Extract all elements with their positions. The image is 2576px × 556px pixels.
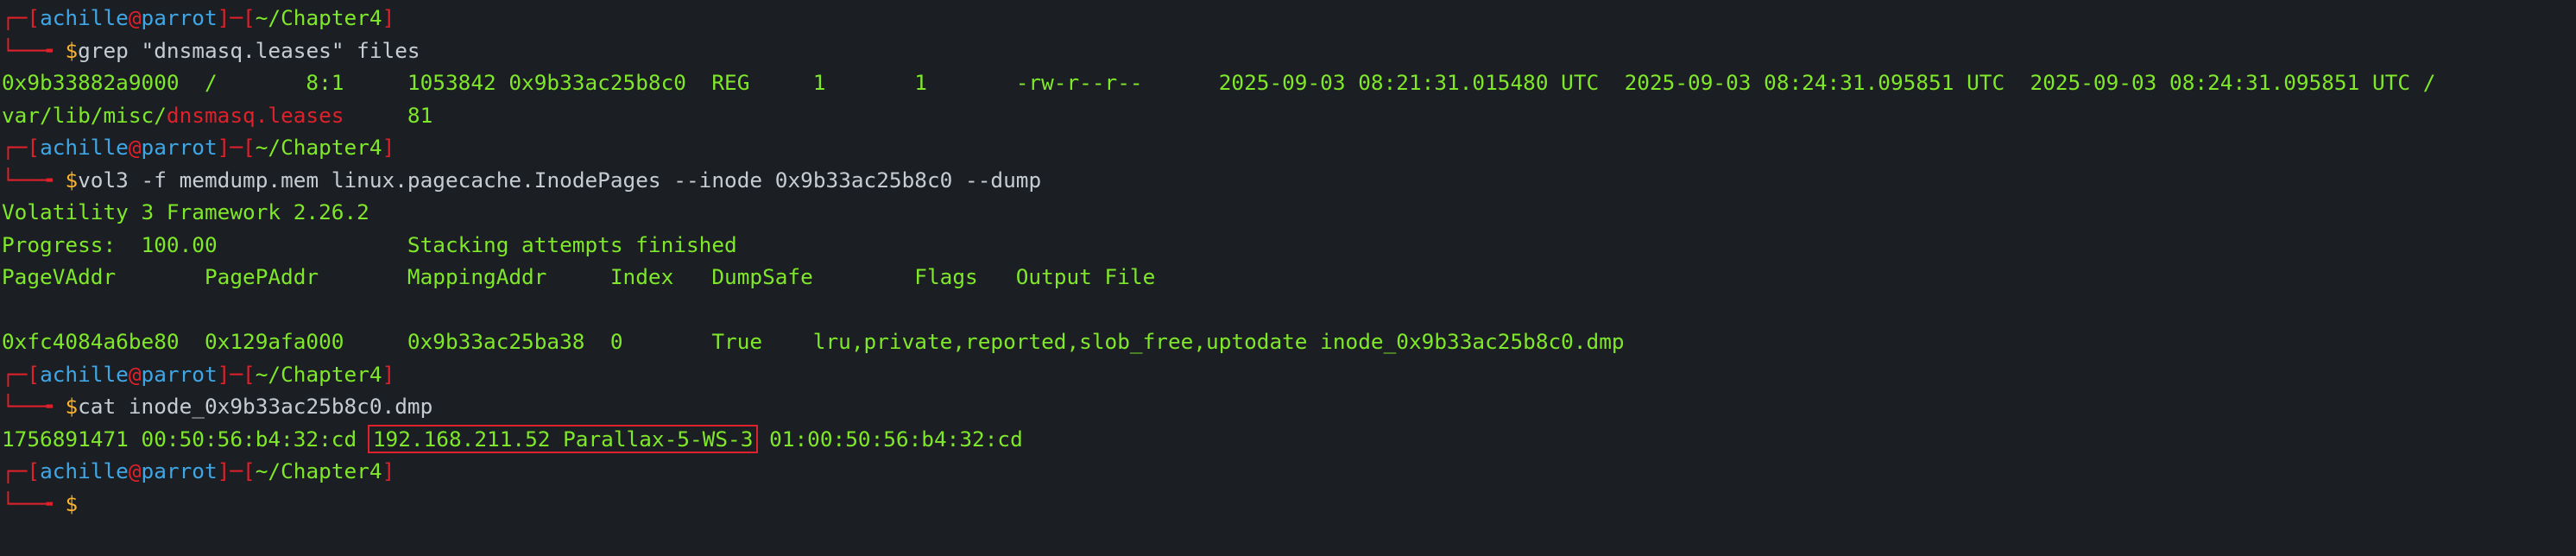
prompt-symbol: $: [65, 490, 79, 516]
prompt-host: parrot: [141, 135, 218, 160]
terminal-window[interactable]: ┌─[achille@parrot]─[~/Chapter4] └──╼ $gr…: [0, 0, 2576, 556]
output-prefix: 1756891471 00:50:56:b4:32:cd: [2, 426, 369, 452]
prompt-host: parrot: [141, 361, 218, 387]
prompt-corner-bottom: └──╼: [2, 37, 66, 63]
command-line[interactable]: └──╼ $: [0, 488, 2576, 521]
prompt-corner-bottom: └──╼: [2, 167, 66, 193]
prompt-line: ┌─[achille@parrot]─[~/Chapter4]: [0, 358, 2576, 391]
prompt-user: achille: [40, 135, 129, 160]
output-size: 81: [344, 102, 433, 128]
prompt-at: @: [128, 361, 142, 387]
prompt-corner-top: ┌─[: [2, 361, 41, 387]
output-line: 0x9b33882a9000 / 8:1 1053842 0x9b33ac25b…: [2, 70, 2436, 95]
prompt-user: achille: [40, 5, 129, 30]
prompt-at: @: [128, 135, 142, 160]
prompt-sep: ]─[: [217, 135, 256, 160]
output-suffix: 01:00:50:56:b4:32:cd: [756, 426, 1023, 452]
output-line: var/lib/misc/dnsmasq.leases 81: [0, 99, 2576, 132]
prompt-path: ~/Chapter4: [255, 5, 382, 30]
prompt-corner-top: ┌─[: [2, 5, 41, 30]
prompt-host: parrot: [141, 5, 218, 30]
prompt-user: achille: [40, 458, 129, 483]
output-line: 0xfc4084a6be80 0x129afa000 0x9b33ac25ba3…: [2, 329, 1625, 354]
command-text: vol3 -f memdump.mem linux.pagecache.Inod…: [78, 167, 1042, 193]
output-filename: dnsmasq.leases: [166, 102, 344, 128]
prompt-at: @: [128, 5, 142, 30]
prompt-host: parrot: [141, 458, 218, 483]
highlight-box: 192.168.211.52 Parallax-5-WS-3: [367, 424, 759, 453]
prompt-sep: ]─[: [217, 5, 256, 30]
prompt-symbol: $: [65, 394, 79, 419]
prompt-sep: ]─[: [217, 458, 256, 483]
command-line: └──╼ $grep "dnsmasq.leases" files: [0, 35, 2576, 67]
prompt-path: ~/Chapter4: [255, 135, 382, 160]
prompt-line: ┌─[achille@parrot]─[~/Chapter4]: [0, 2, 2576, 35]
prompt-close: ]: [382, 458, 395, 483]
output-line: Progress: 100.00 Stacking attempts finis…: [2, 231, 737, 257]
prompt-close: ]: [382, 135, 395, 160]
output-path: var/lib/misc/: [2, 102, 167, 128]
prompt-corner-top: ┌─[: [2, 135, 41, 160]
command-line: └──╼ $cat inode_0x9b33ac25b8c0.dmp: [0, 390, 2576, 423]
command-line: └──╼ $vol3 -f memdump.mem linux.pagecach…: [0, 164, 2576, 197]
output-line: 1756891471 00:50:56:b4:32:cd 192.168.211…: [0, 423, 2576, 456]
prompt-sep: ]─[: [217, 361, 256, 387]
command-text: grep "dnsmasq.leases" files: [78, 37, 420, 63]
output-line: PageVAddr PagePAddr MappingAddr Index Du…: [2, 264, 1156, 289]
prompt-line: ┌─[achille@parrot]─[~/Chapter4]: [0, 455, 2576, 488]
prompt-corner-bottom: └──╼: [2, 394, 66, 419]
prompt-corner-bottom: └──╼: [2, 490, 66, 516]
prompt-at: @: [128, 458, 142, 483]
prompt-corner-top: ┌─[: [2, 458, 41, 483]
output-line: Volatility 3 Framework 2.26.2: [2, 199, 369, 224]
command-text: cat inode_0x9b33ac25b8c0.dmp: [78, 394, 433, 419]
prompt-line: ┌─[achille@parrot]─[~/Chapter4]: [0, 131, 2576, 164]
prompt-path: ~/Chapter4: [255, 458, 382, 483]
prompt-symbol: $: [65, 167, 79, 193]
prompt-close: ]: [382, 361, 395, 387]
prompt-symbol: $: [65, 37, 79, 63]
prompt-path: ~/Chapter4: [255, 361, 382, 387]
prompt-user: achille: [40, 361, 129, 387]
prompt-close: ]: [382, 5, 395, 30]
